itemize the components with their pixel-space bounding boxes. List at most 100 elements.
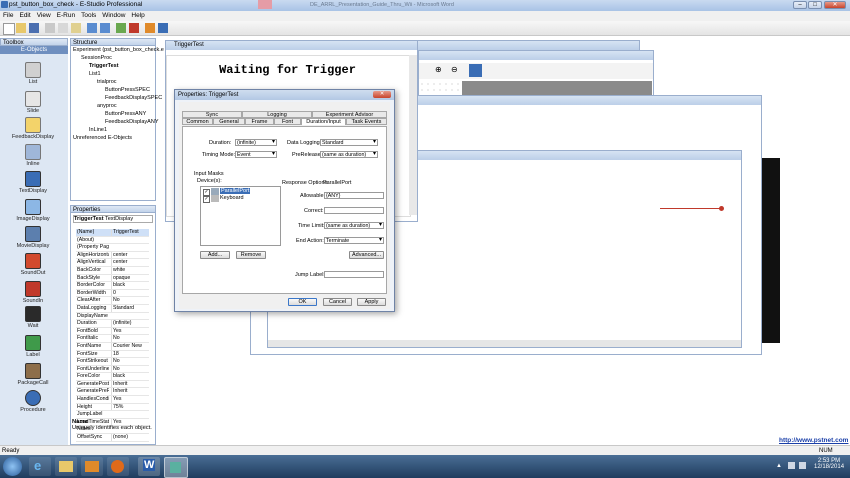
help-icon[interactable] xyxy=(158,23,168,33)
tree-trialproc[interactable]: trialproc xyxy=(97,79,117,85)
property-row[interactable]: ForeColor black xyxy=(76,373,149,381)
toolbox-moviedisplay[interactable]: MovieDisplay xyxy=(8,226,58,249)
property-value[interactable]: white xyxy=(111,266,149,274)
word-taskbar-icon[interactable]: W xyxy=(138,457,160,476)
tab-sync[interactable]: Sync xyxy=(182,111,242,118)
property-value[interactable]: No xyxy=(111,358,149,365)
property-row[interactable]: FontItalic No xyxy=(76,335,149,343)
property-value[interactable]: black xyxy=(111,282,149,289)
copy-icon[interactable] xyxy=(58,23,68,33)
add-device-button[interactable]: Add... xyxy=(200,251,230,259)
menu-erun[interactable]: E-Run xyxy=(54,11,78,21)
property-value[interactable]: opaque xyxy=(111,274,149,282)
toolbox-list[interactable]: List xyxy=(8,62,58,85)
tree-inline1[interactable]: InLine1 xyxy=(89,127,107,133)
menu-help[interactable]: Help xyxy=(128,11,147,21)
volume-icon[interactable] xyxy=(799,462,806,469)
property-row[interactable]: GeneratePreRi Inherit xyxy=(76,388,149,397)
toolbox-label[interactable]: Label xyxy=(8,335,58,358)
property-row[interactable]: (Property Pag xyxy=(76,244,149,252)
property-value[interactable]: Inherit xyxy=(111,388,149,396)
property-row[interactable]: DisplayName xyxy=(76,313,149,321)
media-player-taskbar-icon[interactable] xyxy=(81,457,103,476)
property-value[interactable]: 18 xyxy=(111,350,149,358)
generate-icon[interactable] xyxy=(116,23,126,33)
toolbox-wait[interactable]: Wait xyxy=(8,306,58,329)
duration-combo[interactable]: (infinite) xyxy=(235,139,277,146)
apply-button[interactable]: Apply xyxy=(357,298,386,306)
tab-experiment-advisor[interactable]: Experiment Advisor xyxy=(312,111,387,118)
tree-feedbackdisplayany[interactable]: FeedbackDisplayANY xyxy=(105,119,159,125)
new-icon[interactable] xyxy=(3,23,15,35)
property-row[interactable]: DataLogging Standard xyxy=(76,304,149,313)
close-button[interactable]: ✕ xyxy=(824,1,846,9)
prerelease-combo[interactable]: (same as duration) xyxy=(320,151,378,158)
property-value[interactable]: center xyxy=(111,251,149,259)
tab-common[interactable]: Common xyxy=(182,118,213,125)
browser-icon[interactable] xyxy=(145,23,155,33)
estudio-taskbar-icon[interactable] xyxy=(164,457,188,478)
datalogging-combo[interactable]: Standard xyxy=(320,139,378,146)
toolbox-soundout[interactable]: SoundOut xyxy=(8,253,58,276)
menu-view[interactable]: View xyxy=(34,11,54,21)
tab-frame[interactable]: Frame xyxy=(245,118,274,125)
toolbox-slide[interactable]: Slide xyxy=(8,91,58,114)
ok-button[interactable]: OK xyxy=(288,298,317,306)
advanced-button[interactable]: Advanced... xyxy=(349,251,384,259)
tree-experiment[interactable]: Experiment (pst_button_box_check.e xyxy=(73,47,164,53)
property-value[interactable]: Inherit xyxy=(111,380,149,388)
property-row[interactable]: (Name) TriggerTest xyxy=(76,229,149,237)
tab-font[interactable]: Font xyxy=(274,118,301,125)
property-value[interactable]: (infinite) xyxy=(111,320,149,327)
property-row[interactable]: AlignVertical center xyxy=(76,259,149,267)
explorer-taskbar-icon[interactable] xyxy=(55,457,77,476)
undo-icon[interactable] xyxy=(87,23,97,33)
property-value[interactable]: Courier New xyxy=(111,342,149,350)
save-icon[interactable] xyxy=(29,23,39,33)
property-row[interactable]: ClearAfter No xyxy=(76,297,149,305)
property-row[interactable]: FontSize 18 xyxy=(76,350,149,359)
property-value[interactable]: black xyxy=(111,373,149,380)
property-row[interactable]: Height 75% xyxy=(76,403,149,412)
property-grid[interactable]: (Name) TriggerTest (About) (Property Pag Ali… xyxy=(76,229,149,442)
property-row[interactable]: BackStyle opaque xyxy=(76,274,149,283)
toolbox-section[interactable]: E-Objects xyxy=(0,46,68,54)
endaction-combo[interactable]: Terminate xyxy=(324,237,384,244)
property-value[interactable]: TriggerTest xyxy=(111,229,149,236)
property-value[interactable]: No xyxy=(111,297,149,304)
device-parallelport[interactable]: ParallelPort xyxy=(220,188,251,194)
property-value[interactable]: Standard xyxy=(111,304,149,312)
tab-logging[interactable]: Logging xyxy=(242,111,312,118)
menu-file[interactable]: File xyxy=(0,11,16,21)
menu-edit[interactable]: Edit xyxy=(16,11,33,21)
property-value[interactable]: Yes xyxy=(111,327,149,335)
tree-list1[interactable]: List1 xyxy=(89,71,101,77)
firefox-taskbar-icon[interactable] xyxy=(107,457,129,476)
property-row[interactable]: BorderWidth 0 xyxy=(76,289,149,298)
property-row[interactable]: Duration (infinite) xyxy=(76,320,149,328)
devices-listbox[interactable]: ✓ ParallelPort ✓ Keyboard xyxy=(200,186,281,246)
dialog-close-button[interactable]: ✕ xyxy=(373,91,391,98)
zoom-out-icon[interactable]: ⊖ xyxy=(451,65,462,76)
tree-buttonpressany[interactable]: ButtonPressANY xyxy=(105,111,146,117)
open-icon[interactable] xyxy=(16,23,26,33)
tree-anyproc[interactable]: anyproc xyxy=(97,103,117,109)
toolbox-inline[interactable]: Inline xyxy=(8,144,58,167)
toolbox-procedure[interactable]: Procedure xyxy=(8,390,58,413)
horizontal-scrollbar[interactable] xyxy=(268,340,741,347)
property-row[interactable]: BorderColor black xyxy=(76,282,149,290)
tab-duration-input[interactable]: Duration/Input xyxy=(301,118,346,125)
property-row[interactable]: FontStrikeout No xyxy=(76,358,149,366)
jumplabel-field[interactable] xyxy=(324,271,384,278)
redo-icon[interactable] xyxy=(100,23,110,33)
remove-device-button[interactable]: Remove xyxy=(236,251,266,259)
toolbox-textdisplay[interactable]: TextDisplay xyxy=(8,171,58,194)
tab-task-events[interactable]: Task Events xyxy=(346,118,387,125)
minimize-button[interactable]: – xyxy=(793,1,807,9)
toolbox-imagedisplay[interactable]: ImageDisplay xyxy=(8,199,58,222)
device-keyboard[interactable]: Keyboard xyxy=(220,195,244,201)
tree-feedbackdisplayspec[interactable]: FeedbackDisplaySPEC xyxy=(105,95,162,101)
zoom-in-icon[interactable]: ⊕ xyxy=(435,65,446,76)
property-value[interactable]: Yes xyxy=(111,396,149,403)
maximize-button[interactable]: □ xyxy=(808,1,822,9)
